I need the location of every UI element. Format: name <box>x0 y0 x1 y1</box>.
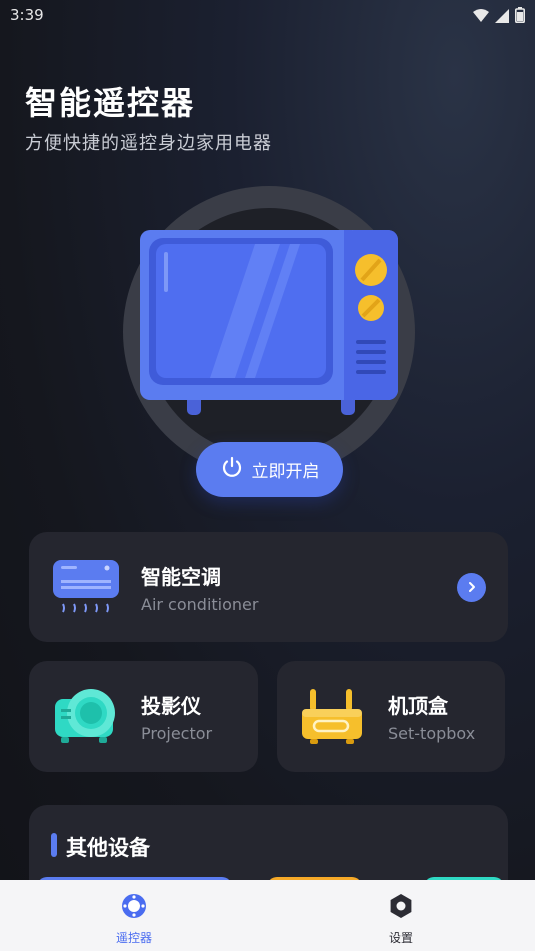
remote-tab-icon <box>121 893 147 923</box>
other-devices-title: 其他设备 <box>66 836 150 860</box>
tv-icon <box>140 228 400 422</box>
router-icon <box>300 687 364 749</box>
signal-icon <box>495 8 509 27</box>
settings-tab-icon <box>388 893 414 923</box>
air-conditioner-open-button[interactable] <box>457 573 486 602</box>
battery-icon <box>515 7 525 27</box>
device-title: 机顶盒 <box>388 694 448 718</box>
device-subtitle: Air conditioner <box>141 595 259 614</box>
power-on-label: 立即开启 <box>251 462 320 482</box>
chevron-right-icon <box>466 578 478 597</box>
status-icons <box>473 7 525 27</box>
tab-settings[interactable]: 设置 <box>341 880 461 951</box>
section-accent-bar <box>51 833 57 857</box>
projector-icon <box>53 685 117 749</box>
power-icon <box>220 455 244 484</box>
air-conditioner-icon <box>51 558 121 620</box>
air-conditioner-card[interactable]: 智能空调 Air conditioner <box>29 532 508 642</box>
tab-remote[interactable]: 遥控器 <box>74 880 194 951</box>
bottom-tab-bar: 遥控器 设置 <box>0 880 535 951</box>
projector-card[interactable]: 投影仪 Projector <box>29 661 258 772</box>
tab-settings-label: 设置 <box>388 931 413 945</box>
app-title: 智能遥控器 <box>25 84 196 122</box>
device-title: 智能空调 <box>141 565 221 589</box>
status-bar: 3:39 <box>0 0 535 30</box>
power-on-button[interactable]: 立即开启 <box>196 442 343 497</box>
app-subtitle: 方便快捷的遥控身边家用电器 <box>25 133 272 154</box>
device-subtitle: Projector <box>141 724 213 743</box>
device-title: 投影仪 <box>141 694 201 718</box>
set-top-box-card[interactable]: 机顶盒 Set-topbox <box>277 661 505 772</box>
tab-remote-label: 遥控器 <box>115 931 152 945</box>
wifi-icon <box>473 8 489 27</box>
status-time: 3:39 <box>10 6 44 24</box>
device-subtitle: Set-topbox <box>388 724 476 743</box>
